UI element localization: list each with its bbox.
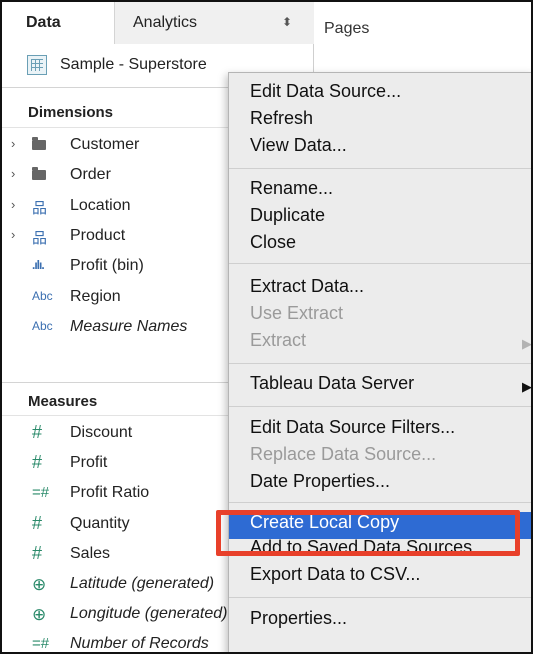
hash-icon: # bbox=[32, 452, 43, 473]
menu-item-view-data[interactable]: View Data... bbox=[229, 135, 531, 162]
menu-item-label: Rename... bbox=[250, 178, 334, 198]
menu-separator bbox=[229, 263, 531, 264]
hierarchy-icon: 品 bbox=[32, 229, 48, 247]
menu-item-edit-data-source[interactable]: Edit Data Source... bbox=[229, 81, 531, 108]
field-label: Longitude (generated) bbox=[70, 605, 228, 623]
menu-item-export-data-to-csv[interactable]: Export Data to CSV... bbox=[229, 564, 531, 591]
expand-chevron-icon[interactable]: › bbox=[11, 227, 15, 242]
menu-item-duplicate[interactable]: Duplicate bbox=[229, 205, 531, 232]
field-label: Profit bbox=[70, 454, 108, 472]
field-label: Sales bbox=[70, 544, 111, 562]
hash-icon: # bbox=[32, 542, 43, 563]
abc-icon: Abc bbox=[32, 288, 53, 303]
field-label: Customer bbox=[70, 136, 140, 153]
menu-item-close[interactable]: Close bbox=[229, 232, 531, 259]
globe-icon: ⊕ bbox=[32, 605, 47, 625]
pane-tabs: Data Analytics ⬍ bbox=[2, 2, 314, 44]
menu-item-label: Refresh bbox=[250, 108, 314, 128]
field-label: Region bbox=[70, 287, 121, 305]
tab-data[interactable]: Data bbox=[2, 2, 114, 44]
menu-item-rename[interactable]: Rename... bbox=[229, 178, 531, 205]
menu-item-label: Date Properties... bbox=[250, 471, 391, 491]
field-label: Latitude (generated) bbox=[70, 575, 215, 592]
menu-item-date-properties[interactable]: Date Properties... bbox=[229, 471, 531, 498]
menu-item-refresh[interactable]: Refresh bbox=[229, 108, 531, 135]
highlight-callout-box bbox=[216, 510, 520, 556]
field-label: Measure Names bbox=[70, 317, 188, 335]
tab-analytics-label: Analytics bbox=[133, 14, 198, 31]
hash-icon: # bbox=[32, 422, 43, 442]
menu-separator bbox=[229, 597, 531, 598]
menu-separator bbox=[229, 502, 531, 503]
hierarchy-icon: 品 bbox=[32, 199, 48, 217]
menu-item-label: Use Extract bbox=[250, 303, 344, 323]
field-label: Location bbox=[70, 196, 131, 214]
field-label: Number of Records bbox=[70, 635, 209, 653]
tab-analytics[interactable]: Analytics ⬍ bbox=[114, 2, 314, 44]
data-source-name: Sample - Superstore bbox=[60, 56, 207, 73]
menu-item-label: View Data... bbox=[250, 135, 347, 155]
field-label: Profit (bin) bbox=[70, 257, 144, 275]
field-label: Profit Ratio bbox=[70, 484, 150, 502]
data-source-context-menu: Edit Data Source... Refresh View Data... Re… bbox=[228, 72, 532, 652]
menu-item-label: Edit Data Source Filters... bbox=[250, 417, 456, 437]
menu-separator bbox=[229, 363, 531, 364]
menu-item-extract: Extract ▶ bbox=[229, 330, 532, 357]
menu-item-use-extract: Use Extract bbox=[229, 303, 531, 330]
hash-icon: # bbox=[32, 512, 43, 533]
bin-icon: .ılı. bbox=[32, 258, 45, 273]
up-down-arrows-icon: ⬍ bbox=[281, 15, 292, 29]
folder-icon bbox=[32, 136, 58, 153]
menu-item-label: Tableau Data Server bbox=[250, 373, 415, 393]
menu-item-label: Extract bbox=[250, 330, 307, 350]
menu-separator bbox=[229, 168, 531, 169]
expand-chevron-icon[interactable]: › bbox=[11, 136, 15, 151]
globe-icon: ⊕ bbox=[32, 575, 47, 594]
pages-shelf-label: Pages bbox=[324, 20, 370, 37]
expand-chevron-icon[interactable]: › bbox=[11, 166, 15, 181]
expand-chevron-icon[interactable]: › bbox=[11, 197, 15, 212]
submenu-arrow-icon: ▶ bbox=[522, 336, 532, 351]
tableau-window: Data Analytics ⬍ Sample - Superstore Dim… bbox=[0, 0, 533, 654]
abc-icon: Abc bbox=[32, 318, 53, 333]
field-label: Product bbox=[70, 226, 126, 244]
menu-item-label: Edit Data Source... bbox=[250, 81, 402, 101]
field-label: Order bbox=[70, 166, 111, 184]
menu-item-replace-data-source: Replace Data Source... bbox=[229, 444, 531, 471]
menu-item-properties[interactable]: Properties... bbox=[229, 608, 531, 635]
menu-item-label: Duplicate bbox=[250, 205, 326, 225]
field-label: Quantity bbox=[70, 514, 130, 532]
menu-item-label: Replace Data Source... bbox=[250, 444, 437, 464]
field-label: Discount bbox=[70, 424, 133, 441]
menu-item-label: Close bbox=[250, 232, 297, 252]
menu-item-label: Properties... bbox=[250, 608, 348, 628]
calculated-hash-icon: =# bbox=[32, 635, 50, 653]
folder-icon bbox=[32, 166, 58, 183]
menu-item-edit-data-source-filters[interactable]: Edit Data Source Filters... bbox=[229, 417, 531, 444]
menu-item-tableau-data-server[interactable]: Tableau Data Server ▶ bbox=[229, 373, 532, 400]
database-icon bbox=[27, 55, 47, 75]
menu-item-label: Extract Data... bbox=[250, 276, 365, 296]
menu-item-extract-data[interactable]: Extract Data... bbox=[229, 276, 531, 303]
submenu-arrow-icon: ▶ bbox=[522, 379, 532, 394]
menu-separator bbox=[229, 406, 531, 407]
calculated-hash-icon: =# bbox=[32, 484, 50, 502]
menu-item-label: Export Data to CSV... bbox=[250, 564, 421, 584]
